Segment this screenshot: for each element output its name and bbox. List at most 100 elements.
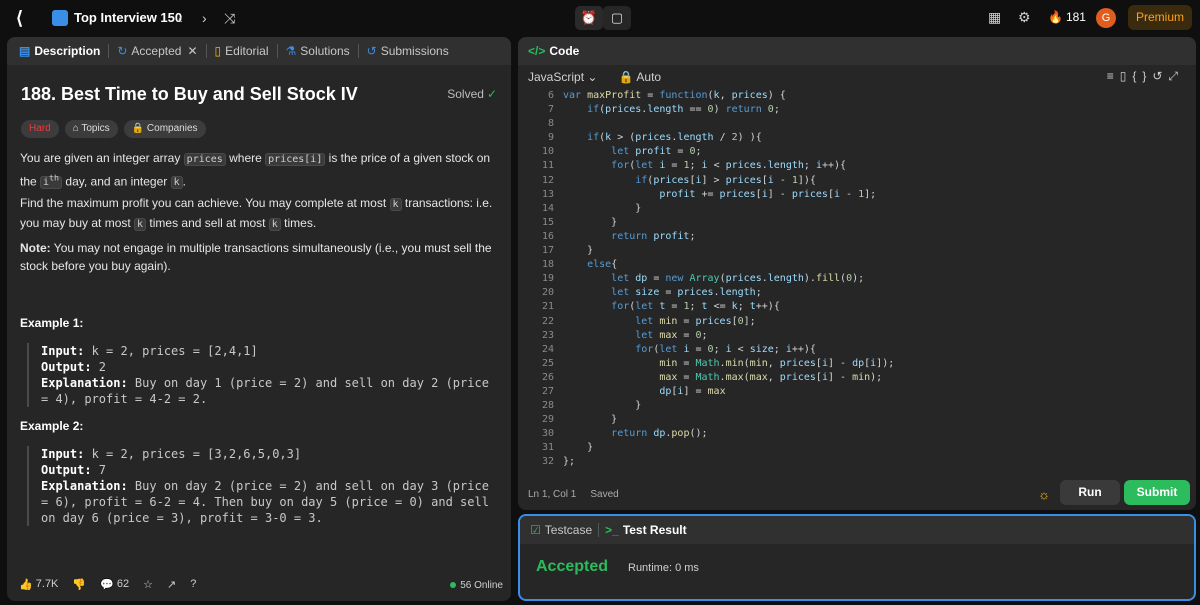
thumbs-up-icon: 👍 (19, 578, 36, 591)
help-icon: ? (190, 578, 197, 590)
code-line[interactable]: let max = 0; (563, 329, 1183, 343)
help-button[interactable]: ? (190, 578, 196, 590)
text: . (182, 174, 186, 189)
code-line[interactable] (563, 117, 1183, 131)
page-title[interactable]: 188. Best Time to Buy and Sell Stock IV (21, 84, 358, 105)
tab-accepted[interactable]: ↻ Accepted ✕ (111, 37, 203, 65)
debug-icon[interactable]: ☼ (1038, 487, 1050, 502)
editor-status: Ln 1, Col 1 Saved (528, 489, 619, 500)
code-line[interactable]: if(k > (prices.length / 2) ){ (563, 131, 1183, 145)
code-line[interactable]: if(prices[i] > prices[i - 1]){ (563, 174, 1183, 188)
explanation-label: Explanation: (41, 376, 128, 390)
line-number: 29 (541, 414, 554, 426)
avatar[interactable]: G (1096, 8, 1116, 28)
share-icon: ↗ (167, 578, 177, 591)
code-line[interactable]: dp[i] = max (563, 385, 1183, 399)
expand-icon[interactable]: ⤢ (1168, 69, 1184, 83)
code-line[interactable]: let size = prices.length; (563, 286, 1183, 300)
chevron-down-icon: ⌄ (584, 70, 598, 84)
tab-submissions[interactable]: ↺ Submissions (361, 37, 455, 65)
code-line[interactable]: } (563, 202, 1183, 216)
notes-icon[interactable]: ▢ (603, 6, 631, 30)
inline-code: k (389, 198, 402, 211)
problem-list-title[interactable]: Top Interview 150 (74, 10, 182, 25)
code-line[interactable]: } (563, 399, 1183, 413)
prev-problem-icon[interactable]: ‹ (178, 8, 183, 28)
auto-mode-toggle[interactable]: 🔒 Auto (619, 70, 661, 84)
code-line[interactable]: if(prices.length == 0) return 0; (563, 103, 1183, 117)
settings-gear-icon[interactable]: ⚙ (1018, 9, 1031, 26)
run-button[interactable]: Run (1060, 480, 1120, 505)
topics-button[interactable]: ⌂ Topics (64, 120, 118, 138)
code-line[interactable]: max = Math.max(max, prices[i] - min); (563, 371, 1183, 385)
left-tab-bar: ▤ Description ↻ Accepted ✕ ▯ Editorial ⚗ Solu… (7, 37, 511, 65)
code-line[interactable]: for(let t = 1; t <= k; t++){ (563, 300, 1183, 314)
streak-counter[interactable]: 🔥 181 (1048, 10, 1086, 24)
timer-icon[interactable]: ⏰ (575, 6, 603, 30)
premium-button[interactable]: Premium (1128, 5, 1192, 30)
submit-button[interactable]: Submit (1124, 480, 1190, 505)
tab-description[interactable]: ▤ Description (13, 37, 106, 65)
fire-icon: 🔥 (1048, 10, 1063, 24)
code-line[interactable]: }; (563, 455, 1183, 469)
code-line[interactable]: } (563, 216, 1183, 230)
line-number: 13 (541, 188, 554, 200)
line-number: 21 (541, 301, 554, 313)
companies-button[interactable]: 🔒 Companies (123, 120, 206, 138)
text: where (225, 151, 266, 165)
share-button[interactable]: ↗ (167, 578, 176, 591)
code-editor[interactable]: var maxProfit = function(k, prices) { if… (563, 89, 1183, 470)
code-line[interactable]: let dp = new Array(prices.length).fill(0… (563, 272, 1183, 286)
tab-testcase[interactable]: ☑ Testcase (530, 523, 592, 537)
code-line[interactable]: for(let i = 1; i < prices.length; i++){ (563, 159, 1183, 173)
tab-solutions[interactable]: ⚗ Solutions (280, 37, 356, 65)
format-icon[interactable]: ≡ (1107, 69, 1120, 83)
line-number: 11 (541, 160, 554, 172)
code-line[interactable]: for(let i = 0; i < size; i++){ (563, 343, 1183, 357)
problem-list-icon[interactable] (52, 10, 68, 26)
code-line[interactable]: return dp.pop(); (563, 427, 1183, 441)
tab-divider (108, 44, 110, 58)
comment-icon: 💬 (100, 578, 117, 591)
code-line[interactable]: let min = prices[0]; (563, 315, 1183, 329)
code-line[interactable]: var maxProfit = function(k, prices) { (563, 89, 1183, 103)
leetcode-logo-icon[interactable]: ⟨ (16, 8, 34, 28)
like-button[interactable]: 👍 7.7K (19, 578, 58, 591)
note-label: Note: (20, 241, 51, 255)
bookmark-icon[interactable]: ▯ (1120, 69, 1133, 83)
close-icon[interactable]: ✕ (187, 44, 197, 58)
language-select[interactable]: JavaScript ⌄ (528, 70, 597, 84)
result-panel: ☑ Testcase >_ Test Result Accepted Runtime… (518, 514, 1196, 601)
streak-count: 181 (1065, 10, 1086, 24)
comments-button[interactable]: 💬 62 (100, 578, 129, 591)
code-line[interactable]: } (563, 413, 1183, 427)
code-line[interactable]: } (563, 244, 1183, 258)
layout-icon[interactable]: ▦ (988, 9, 1001, 26)
description-paragraph-2: Find the maximum profit you can achieve.… (20, 194, 498, 234)
code-line[interactable]: return profit; (563, 230, 1183, 244)
code-line[interactable]: min = Math.min(min, prices[i] - dp[i]); (563, 357, 1183, 371)
mode-label: Auto (636, 70, 662, 84)
reset-icon[interactable]: ↺ (1152, 69, 1168, 83)
topics-label: Topics (81, 123, 110, 134)
code-line[interactable]: let profit = 0; (563, 145, 1183, 159)
tab-test-result[interactable]: >_ Test Result (605, 523, 686, 537)
cursor-position: Ln 1, Col 1 (528, 489, 577, 500)
shuffle-icon[interactable]: ⤨ (224, 8, 235, 28)
tab-label: Submissions (380, 44, 449, 58)
line-number: 31 (541, 442, 554, 454)
runtime-label: Runtime: 0 ms (628, 562, 699, 574)
tab-editorial[interactable]: ▯ Editorial (209, 37, 275, 65)
favorite-button[interactable]: ☆ (143, 578, 153, 591)
code-line[interactable]: profit += prices[i] - prices[i - 1]; (563, 188, 1183, 202)
braces-icon[interactable]: {} (1132, 69, 1152, 83)
code-line[interactable]: } (563, 441, 1183, 455)
next-problem-icon[interactable]: › (202, 8, 207, 28)
line-number: 17 (541, 245, 554, 257)
dislike-button[interactable]: 👎 (72, 578, 86, 591)
inline-code: k (170, 176, 183, 190)
inline-code: k (268, 218, 281, 231)
tab-code[interactable]: Code (549, 44, 579, 58)
code-line[interactable]: else{ (563, 258, 1183, 272)
inline-code: ith (40, 173, 63, 190)
